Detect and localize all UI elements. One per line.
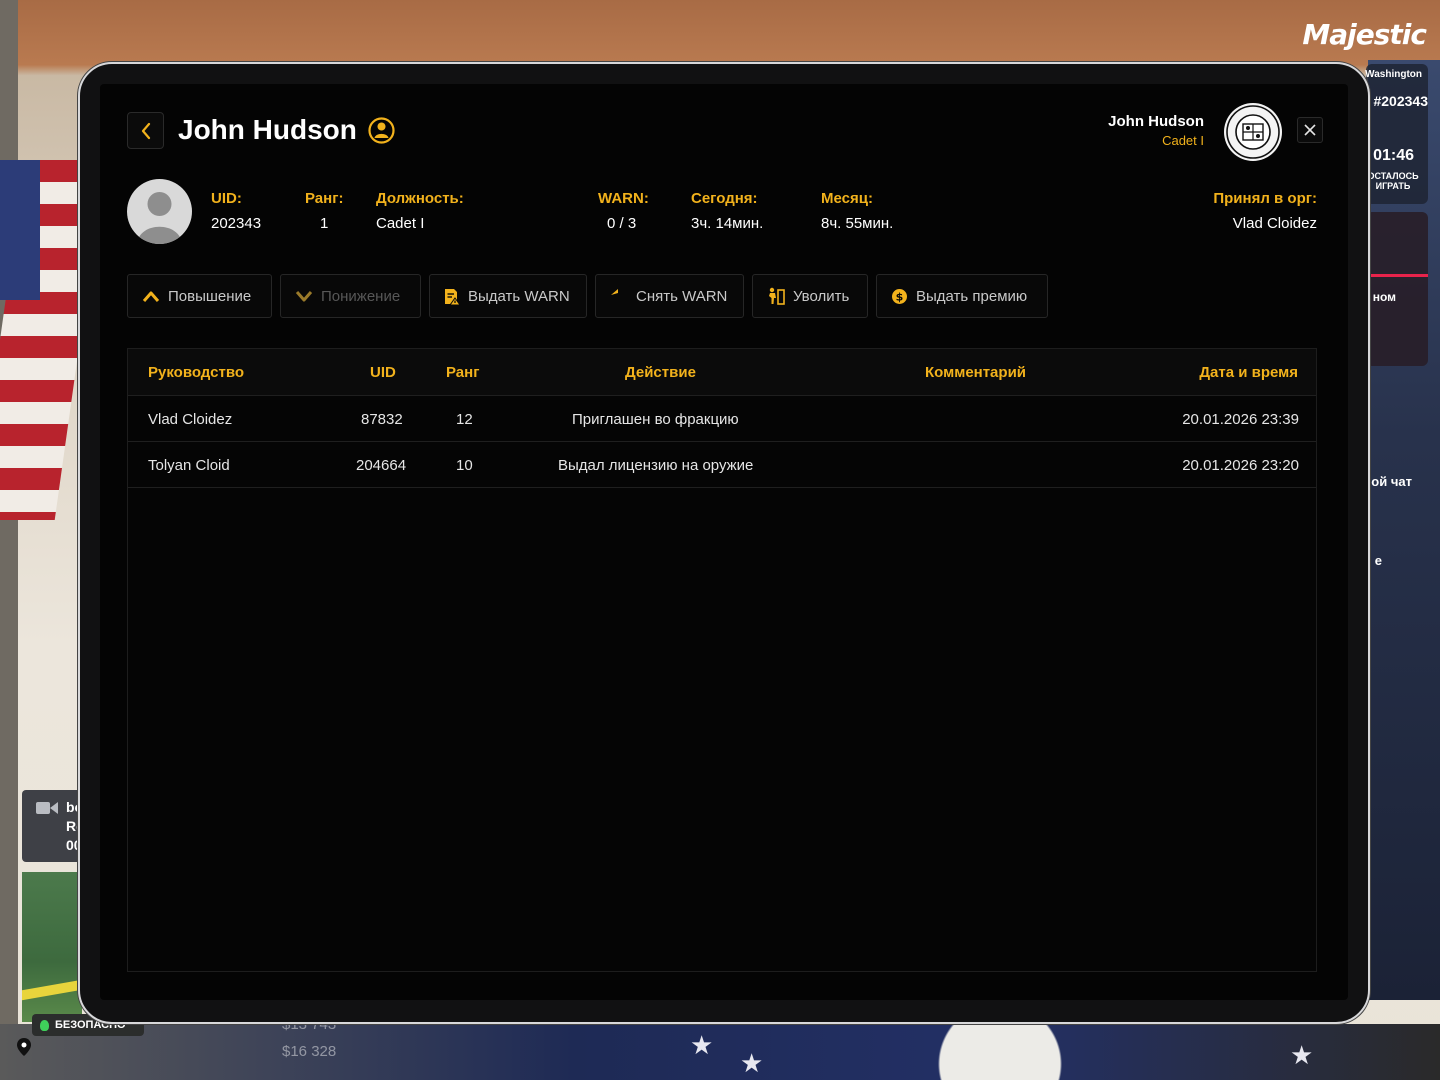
cell-datetime: 20.01.2026 23:20 [1182,457,1299,474]
month-label: Месяц: [821,190,873,207]
hud-fragment: ой чат [1371,474,1412,489]
cell-leader: Vlad Cloidez [148,411,233,428]
chevron-left-icon [141,122,150,139]
warn-label: WARN: [598,190,649,207]
floor-star-icon: ★ [1290,1040,1314,1070]
back-button[interactable] [127,112,164,149]
undo-arrow-icon [611,289,618,295]
hud-card [1366,212,1428,366]
cell-leader: Tolyan Cloid [148,457,230,474]
demote-button[interactable]: Понижение [280,274,421,318]
floor-star-icon: ★ [690,1030,714,1060]
close-button[interactable] [1297,117,1323,143]
position-value: Cadet I [376,215,425,232]
floor-star-icon: ★ [740,1048,764,1078]
cell-uid: 87832 [361,411,403,428]
document-warning-icon [445,288,460,305]
remove-warn-button-label: Снять WARN [636,287,728,305]
organization-seal-icon [1224,103,1282,161]
column-header-rank: Ранг [446,364,480,381]
cell-uid: 204664 [356,457,407,474]
give-warn-button[interactable]: Выдать WARN [429,274,587,318]
cell-rank: 10 [456,457,473,474]
hud-player-id: #202343 [1373,93,1428,109]
svg-text:$: $ [896,290,904,303]
accepted-by-value: Vlad Cloidez [1232,215,1317,232]
hud-server: Washington [1365,69,1422,80]
hud-time-left-label: ОСТАЛОСЬ ИГРАТЬ [1367,171,1419,191]
remove-warn-button[interactable]: Снять WARN [595,274,744,318]
position-label: Должность: [376,190,464,207]
column-header-uid: UID [370,364,396,381]
warn-value: 0 / 3 [607,215,637,232]
accepted-by-label: Принял в орг: [1213,190,1317,207]
column-header-action: Действие [625,364,696,381]
dismiss-button-label: Уволить [793,287,850,305]
table-row: Tolyan Cloid 204664 10 Выдал лицензию на… [128,442,1316,488]
column-header-datetime: Дата и время [1199,364,1298,381]
page-title: John Hudson [178,114,357,145]
cell-action: Приглашен во фракцию [572,411,739,428]
today-label: Сегодня: [691,190,758,207]
promote-button-label: Повышение [168,287,252,305]
hud-card-accent [1366,274,1428,277]
coin-icon: $ [892,288,907,304]
minimap [22,872,82,1022]
close-icon [1304,124,1316,136]
cell-rank: 12 [456,411,473,428]
dismiss-button[interactable]: Уволить [752,274,868,318]
background-flag-canton [0,160,40,300]
viewer-name: John Hudson [1108,113,1204,130]
background-floor [0,1024,1440,1080]
column-header-leader: Руководство [148,364,245,381]
table-header: Руководство UID Ранг Действие Комментари… [128,349,1316,396]
hud-time: 01:46 [1373,147,1414,164]
month-value: 8ч. 55мин. [821,215,894,232]
person-exit-icon [769,287,785,305]
table-row: Vlad Cloidez 87832 12 Приглашен во фракц… [128,396,1316,442]
today-value: 3ч. 14мин. [691,215,764,232]
hud-fragment: е [1374,553,1382,568]
history-table: Руководство UID Ранг Действие Комментари… [127,348,1317,972]
chevron-up-icon [142,291,160,302]
brand-logo: Majestic [1302,18,1427,51]
cell-datetime: 20.01.2026 23:39 [1182,411,1299,428]
map-pin-icon [17,1038,31,1056]
give-bonus-button-label: Выдать премию [916,287,1028,305]
give-warn-button-label: Выдать WARN [468,287,570,305]
cell-action: Выдал лицензию на оружие [558,457,754,474]
video-camera-icon [36,802,58,814]
demote-button-label: Понижение [321,287,401,305]
hud-fragment: ном [1372,290,1396,304]
rank-value: 1 [320,215,329,232]
uid-label: UID: [211,190,242,207]
user-badge-icon [368,117,395,144]
viewer-rank: Cadet I [1162,133,1204,148]
user-silhouette-icon [137,192,182,244]
shield-icon [40,1019,49,1031]
uid-value: 202343 [211,215,262,232]
give-bonus-button[interactable]: $ Выдать премию [876,274,1048,318]
avatar [127,179,192,244]
promote-button[interactable]: Повышение [127,274,272,318]
money-bank: $16 328 [282,1043,337,1060]
column-header-comment: Комментарий [925,364,1027,381]
rank-label: Ранг: [305,190,344,207]
chevron-down-icon [295,291,313,302]
